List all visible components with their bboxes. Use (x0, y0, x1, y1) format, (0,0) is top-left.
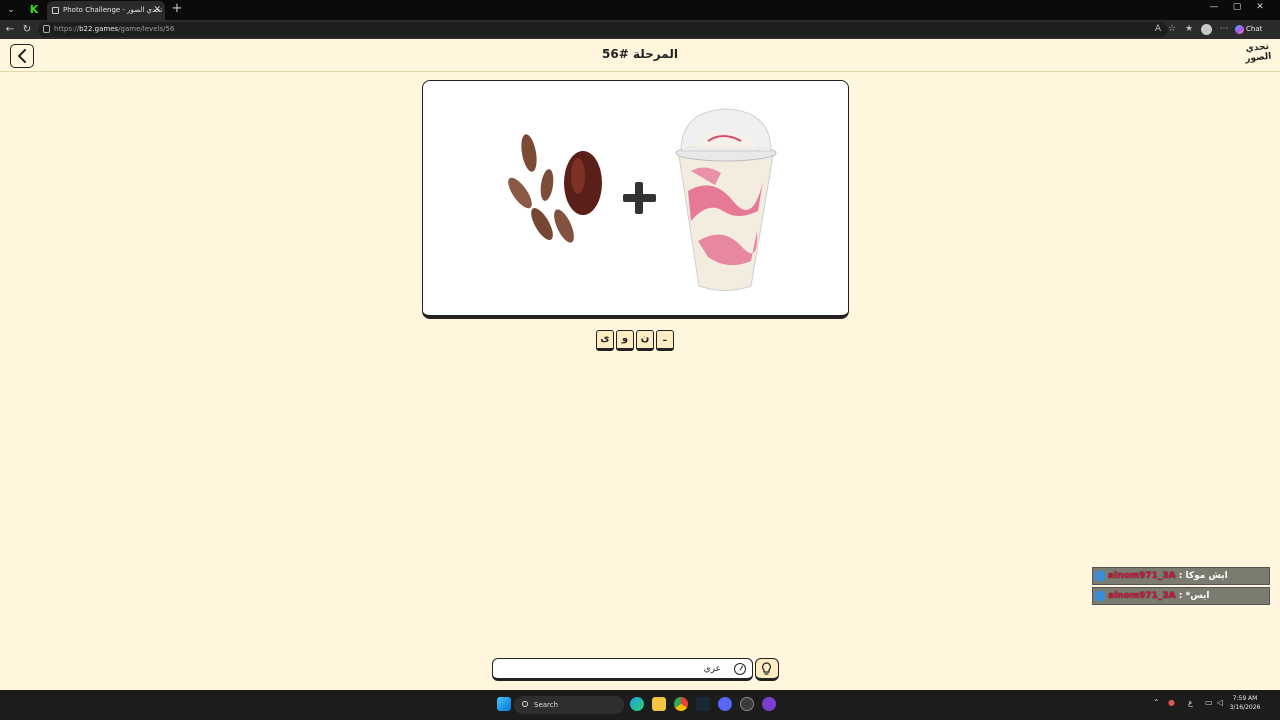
chat-username: alnom971_3A (1108, 591, 1176, 601)
game-page: المرحلة #56 تحدي الصور ى و ن ـ alnom971_… (0, 39, 1280, 690)
dates-image (508, 134, 602, 243)
logo-text: تحدي الصور (1244, 41, 1272, 65)
edge-browser-icon[interactable] (630, 697, 644, 711)
language-indicator[interactable]: ع (1188, 698, 1193, 707)
clock-date: 3/16/2026 (1229, 704, 1261, 711)
game-logo[interactable]: تحدي الصور (1243, 42, 1273, 69)
copilot-chat-button[interactable]: Chat (1235, 23, 1262, 36)
chat-message: alnom971_3A : *ايس (1092, 587, 1270, 605)
letter-box[interactable]: ى (596, 330, 614, 351)
volume-icon[interactable]: ◁ (1217, 698, 1223, 707)
answer-input[interactable] (499, 661, 721, 677)
browser-tab-active[interactable]: Photo Challenge - لعبة تحدي الصور ✕ (47, 1, 165, 20)
letter-box[interactable]: و (616, 330, 634, 351)
answer-input-bar (492, 658, 753, 681)
chat-text: ايش موكا (1185, 571, 1228, 581)
plus-icon (623, 182, 656, 214)
favorite-star-icon[interactable]: ☆ (1166, 23, 1178, 36)
close-window-button[interactable]: ✕ (1250, 2, 1270, 12)
chat-separator: : (1178, 591, 1186, 601)
url-domain: b22.games (79, 25, 119, 33)
tab-title: Photo Challenge - لعبة تحدي الصور (63, 6, 165, 14)
keyboard-icon[interactable] (734, 663, 746, 675)
read-aloud-icon[interactable]: A (1152, 23, 1164, 36)
profile-avatar[interactable] (1201, 24, 1212, 35)
chrome-icon[interactable] (674, 697, 688, 711)
chat-label: Chat (1246, 25, 1263, 33)
taskbar-clock[interactable]: 7:59 AM 3/16/2026 (1228, 694, 1262, 712)
back-arrow-icon[interactable]: ← (4, 23, 16, 36)
back-button[interactable] (10, 44, 34, 68)
microphone-icon[interactable]: ● (1168, 698, 1175, 707)
puzzle-image-card (422, 80, 849, 319)
letter-box[interactable]: ن (636, 330, 654, 351)
maximize-button[interactable]: ▢ (1227, 2, 1247, 12)
chat-text: *ايس (1185, 591, 1210, 601)
obs-icon[interactable] (740, 697, 754, 711)
chat-badge-icon (1095, 571, 1105, 581)
chevron-left-icon (18, 49, 26, 63)
level-title: المرحلة #56 (602, 47, 678, 61)
puzzle-image (508, 108, 777, 291)
windows-taskbar: Search ⌃ ● ع ▭ ◁ 7:59 AM 3/16/2026 (0, 690, 1280, 720)
tab-close-icon[interactable]: ✕ (153, 1, 161, 20)
clock-time: 7:59 AM (1232, 695, 1258, 702)
url-field[interactable]: https://b22.games/game/levels/56 (38, 22, 1168, 37)
browser-tab-bar: ⌄ K Photo Challenge - لعبة تحدي الصور ✕ … (0, 0, 1280, 20)
lock-icon (43, 25, 50, 33)
copilot-icon (1235, 25, 1244, 34)
game-header: المرحلة #56 تحدي الصور (0, 39, 1280, 72)
network-icon[interactable]: ▭ (1205, 698, 1213, 707)
file-explorer-icon[interactable] (652, 697, 666, 711)
url-path: /game/levels/56 (118, 25, 175, 33)
taskbar-search[interactable]: Search (514, 696, 624, 714)
url-prefix: https:// (54, 25, 80, 33)
lightbulb-icon (762, 662, 771, 675)
hint-button[interactable] (755, 658, 779, 681)
steam-icon[interactable] (696, 697, 710, 711)
browser-address-bar: ← ↻ https://b22.games/game/levels/56 A ☆… (0, 20, 1280, 39)
letter-box[interactable]: ـ (656, 330, 674, 351)
kick-app-icon[interactable]: K (28, 4, 40, 16)
page-favicon-icon (52, 7, 59, 14)
chat-message: alnom971_3A : ايش موكا (1092, 567, 1270, 585)
tab-list-chevron-icon[interactable]: ⌄ (4, 3, 18, 17)
discord-icon[interactable] (718, 697, 732, 711)
milkshake-cup-image (675, 108, 777, 291)
minimize-button[interactable]: — (1204, 2, 1224, 12)
more-menu-icon[interactable]: ⋯ (1218, 23, 1230, 36)
search-icon (522, 701, 528, 707)
twitch-icon[interactable] (762, 697, 776, 711)
chat-badge-icon (1095, 591, 1105, 601)
letter-boxes: ى و ن ـ (596, 330, 676, 352)
favorites-icon[interactable]: ★ (1183, 23, 1195, 36)
new-tab-button[interactable]: + (170, 1, 184, 17)
chat-separator: : (1178, 571, 1186, 581)
tray-chevron-icon[interactable]: ⌃ (1153, 698, 1160, 707)
search-label: Search (534, 701, 559, 709)
chat-username: alnom971_3A (1108, 571, 1176, 581)
reload-icon[interactable]: ↻ (21, 23, 33, 36)
windows-start-icon[interactable] (497, 697, 511, 711)
stream-chat-overlay: alnom971_3A : ايش موكا alnom971_3A : *اي… (1092, 567, 1270, 607)
